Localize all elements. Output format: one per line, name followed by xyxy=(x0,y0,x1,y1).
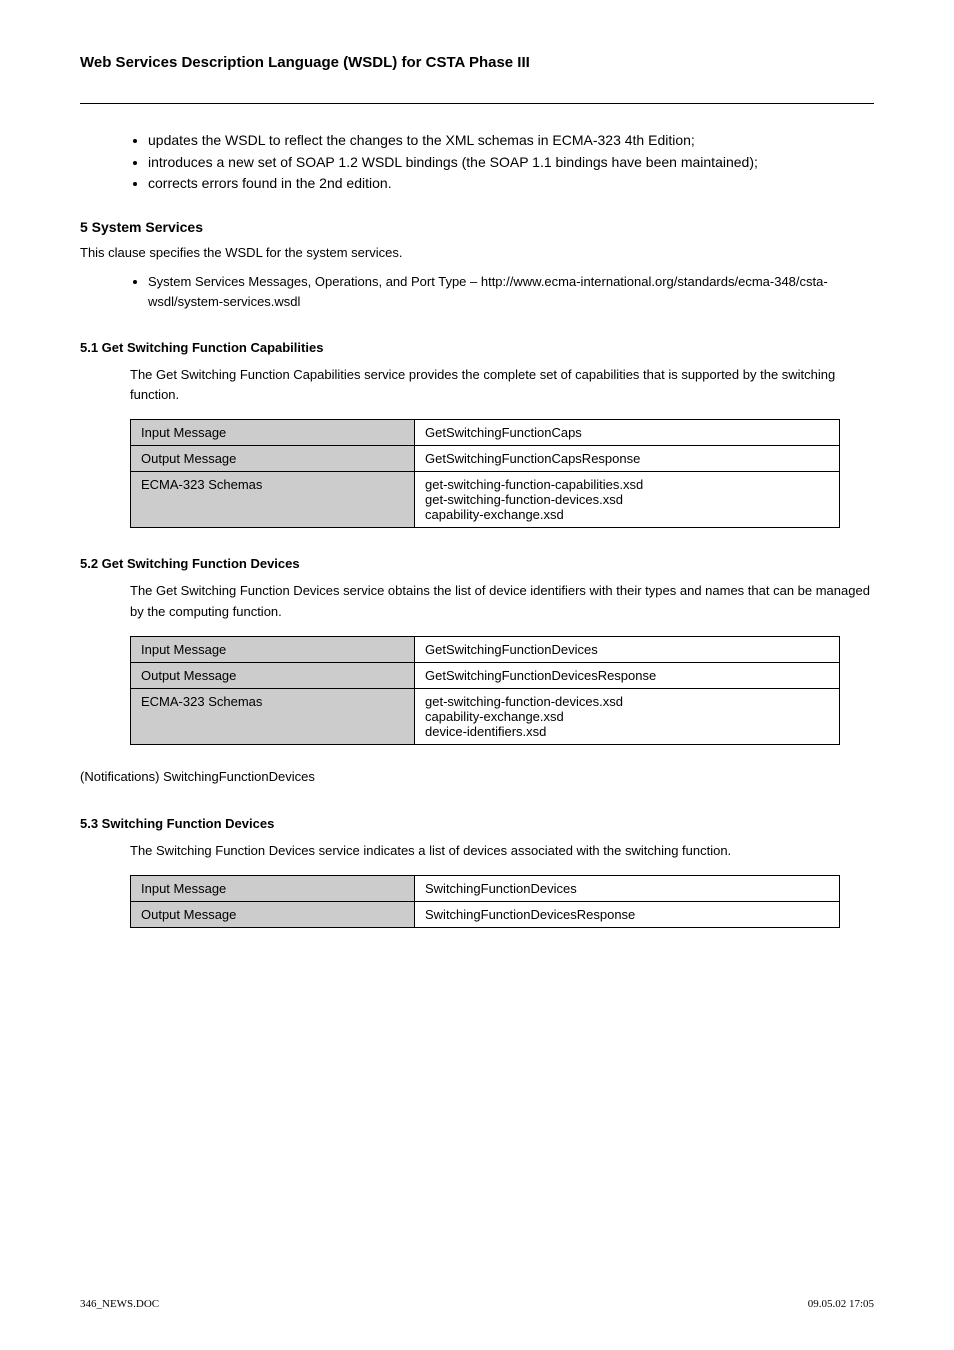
section-5-1-desc: The Get Switching Function Capabilities … xyxy=(130,365,874,405)
horizontal-rule xyxy=(80,103,874,104)
cell-key: ECMA-323 Schemas xyxy=(131,688,415,744)
table-5-1: Input MessageGetSwitchingFunctionCaps Ou… xyxy=(130,419,840,528)
cell-val: SwitchingFunctionDevices xyxy=(415,875,840,901)
table-5-3: Input MessageSwitchingFunctionDevices Ou… xyxy=(130,875,840,928)
section-5-3-desc: The Switching Function Devices service i… xyxy=(130,841,874,861)
cell-key: Output Message xyxy=(131,446,415,472)
system-services-bullet: System Services Messages, Operations, an… xyxy=(148,272,874,312)
footer-left: 346_NEWS.DOC xyxy=(80,1298,159,1310)
section-5-1-heading: 5.1 Get Switching Function Capabilities xyxy=(80,340,874,355)
table-row: Output MessageGetSwitchingFunctionCapsRe… xyxy=(131,446,840,472)
page-container: Web Services Description Language (WSDL)… xyxy=(0,0,954,1350)
cell-key: Output Message xyxy=(131,901,415,927)
table-row: Output MessageSwitchingFunctionDevicesRe… xyxy=(131,901,840,927)
section-5-2-desc: The Get Switching Function Devices servi… xyxy=(130,581,874,621)
table-row: Output MessageGetSwitchingFunctionDevice… xyxy=(131,662,840,688)
list-item: updates the WSDL to reflect the changes … xyxy=(148,130,874,152)
cell-key: Input Message xyxy=(131,875,415,901)
cell-val: SwitchingFunctionDevicesResponse xyxy=(415,901,840,927)
section-5-3-heading: 5.3 Switching Function Devices xyxy=(80,816,874,831)
table-row: Input MessageGetSwitchingFunctionDevices xyxy=(131,636,840,662)
list-item: corrects errors found in the 2nd edition… xyxy=(148,173,874,195)
section-5-heading: 5 System Services xyxy=(80,219,874,235)
cell-key: Input Message xyxy=(131,636,415,662)
list-item: introduces a new set of SOAP 1.2 WSDL bi… xyxy=(148,152,874,174)
notifications-line: (Notifications) SwitchingFunctionDevices xyxy=(80,767,874,788)
table-row: Input MessageGetSwitchingFunctionCaps xyxy=(131,420,840,446)
footer-right: 09.05.02 17:05 xyxy=(808,1298,874,1310)
intro-bullet-list: updates the WSDL to reflect the changes … xyxy=(148,130,874,195)
section-5-2-heading: 5.2 Get Switching Function Devices xyxy=(80,556,874,571)
list-item: System Services Messages, Operations, an… xyxy=(148,272,874,312)
table-row: ECMA-323 Schemasget-switching-function-d… xyxy=(131,688,840,744)
cell-val: get-switching-function-capabilities.xsd … xyxy=(415,472,840,528)
cell-val: GetSwitchingFunctionCapsResponse xyxy=(415,446,840,472)
section-5-body: This clause specifies the WSDL for the s… xyxy=(80,243,874,264)
cell-val: GetSwitchingFunctionCaps xyxy=(415,420,840,446)
table-row: Input MessageSwitchingFunctionDevices xyxy=(131,875,840,901)
cell-key: ECMA-323 Schemas xyxy=(131,472,415,528)
cell-key: Input Message xyxy=(131,420,415,446)
table-5-2: Input MessageGetSwitchingFunctionDevices… xyxy=(130,636,840,745)
cell-key: Output Message xyxy=(131,662,415,688)
cell-val: GetSwitchingFunctionDevices xyxy=(415,636,840,662)
cell-val: GetSwitchingFunctionDevicesResponse xyxy=(415,662,840,688)
table-row: ECMA-323 Schemasget-switching-function-c… xyxy=(131,472,840,528)
cell-val: get-switching-function-devices.xsd capab… xyxy=(415,688,840,744)
page-title: Web Services Description Language (WSDL)… xyxy=(80,54,874,71)
